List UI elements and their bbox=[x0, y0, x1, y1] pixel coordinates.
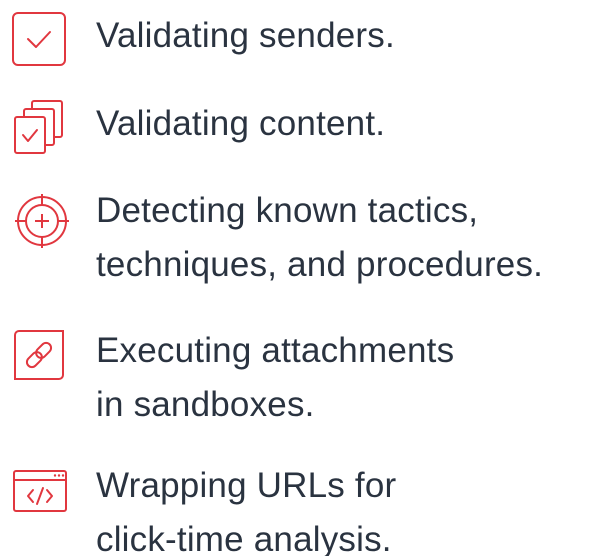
item-text: Wrapping URLs for click-time analysis. bbox=[96, 459, 396, 556]
item-text: Validating senders. bbox=[96, 9, 395, 63]
item-text-line: Detecting known tactics, bbox=[96, 191, 479, 230]
stacked-documents-check-icon bbox=[10, 97, 70, 157]
item-text-line: in sandboxes. bbox=[96, 385, 315, 424]
item-text: Validating content. bbox=[96, 97, 385, 151]
item-text-line: Validating senders. bbox=[96, 16, 395, 55]
item-text: Detecting known tactics, techniques, and… bbox=[96, 184, 543, 292]
browser-code-icon bbox=[10, 460, 70, 520]
item-text-line: click-time analysis. bbox=[96, 520, 392, 556]
link-chain-icon bbox=[10, 325, 70, 385]
item-text-line: techniques, and procedures. bbox=[96, 245, 544, 284]
crosshair-target-icon bbox=[10, 190, 70, 250]
item-text: Executing attachments in sandboxes. bbox=[96, 324, 454, 432]
item-text-line: Validating content. bbox=[96, 104, 386, 143]
item-text-line: Executing attachments bbox=[96, 331, 455, 370]
checkbox-icon bbox=[10, 10, 70, 70]
item-text-line: Wrapping URLs for bbox=[96, 466, 397, 505]
